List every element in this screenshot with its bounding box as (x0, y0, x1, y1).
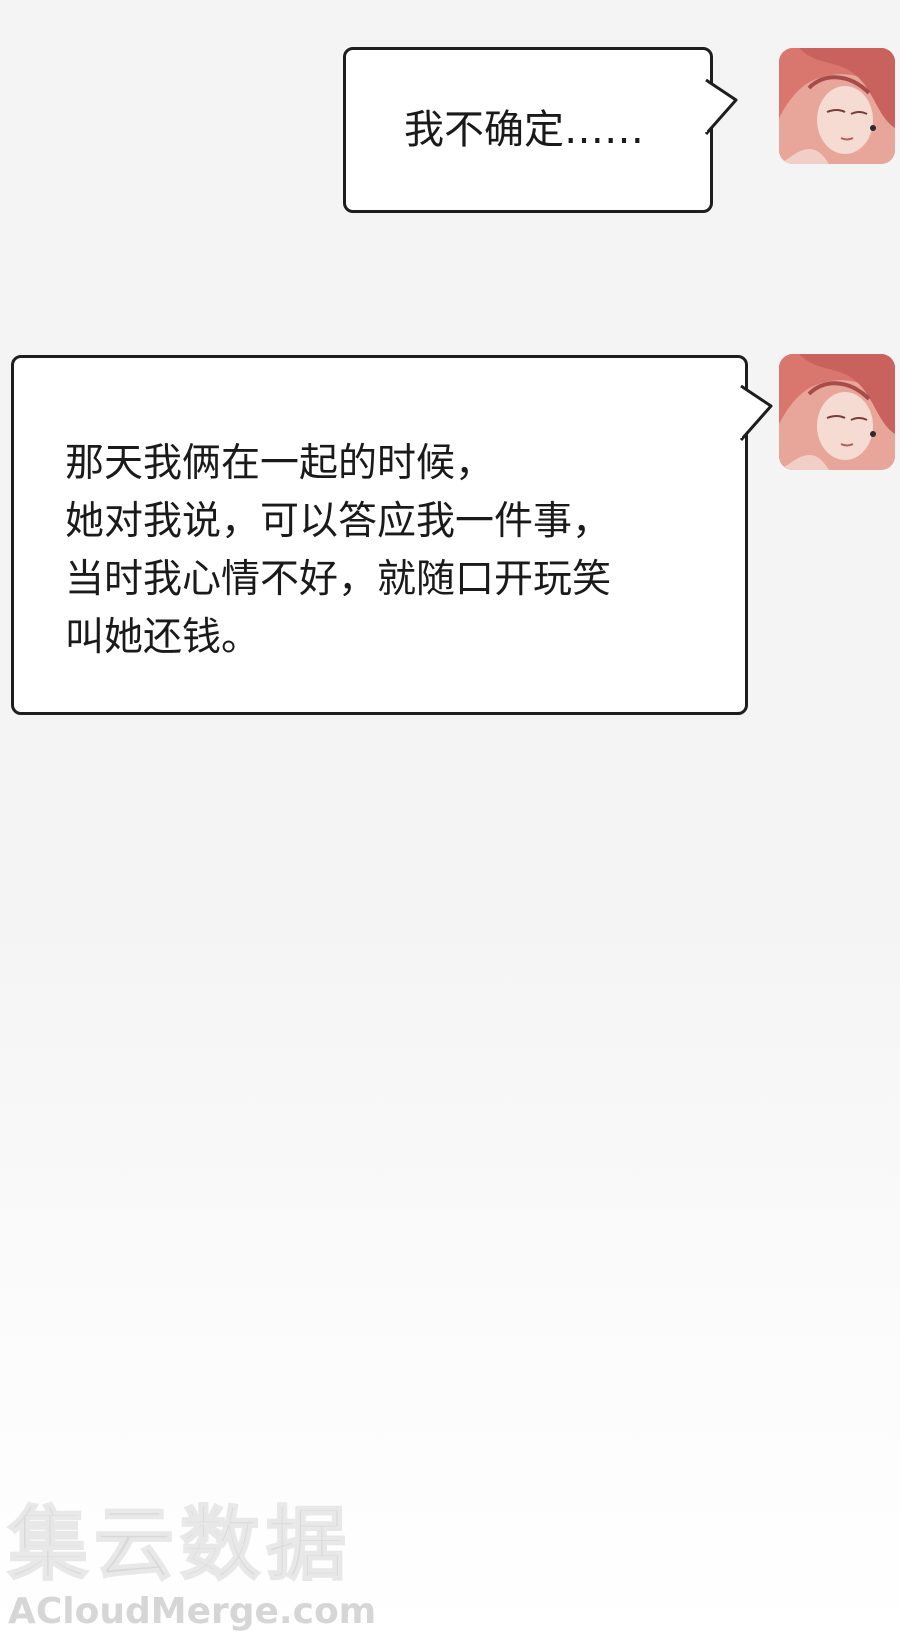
avatar-portrait-icon[interactable] (779, 48, 895, 164)
message-text: 那天我俩在一起的时候， 她对我说，可以答应我一件事， 当时我心情不好，就随口开玩… (65, 435, 611, 667)
bubble-tail (737, 384, 773, 441)
watermark-cn: 集云数据 (7, 1498, 352, 1591)
bubble-tail (702, 78, 738, 135)
message-bubble-2: 那天我俩在一起的时候， 她对我说，可以答应我一件事， 当时我心情不好，就随口开玩… (11, 355, 773, 715)
message-text: 我不确定…… (404, 107, 644, 153)
message-line: 那天我俩在一起的时候， (65, 441, 495, 486)
watermark-en: ACloudMerge.com (8, 1591, 377, 1632)
message-line: 她对我说，可以答应我一件事， (65, 499, 612, 544)
message-bubble-1: 我不确定…… (343, 47, 738, 213)
message-line: 叫她还钱。 (65, 615, 261, 660)
avatar-portrait-icon[interactable] (779, 354, 895, 470)
watermark: 集云数据 ACloudMerge.com (7, 1498, 377, 1634)
message-line: 当时我心情不好，就随口开玩笑 (65, 557, 612, 602)
